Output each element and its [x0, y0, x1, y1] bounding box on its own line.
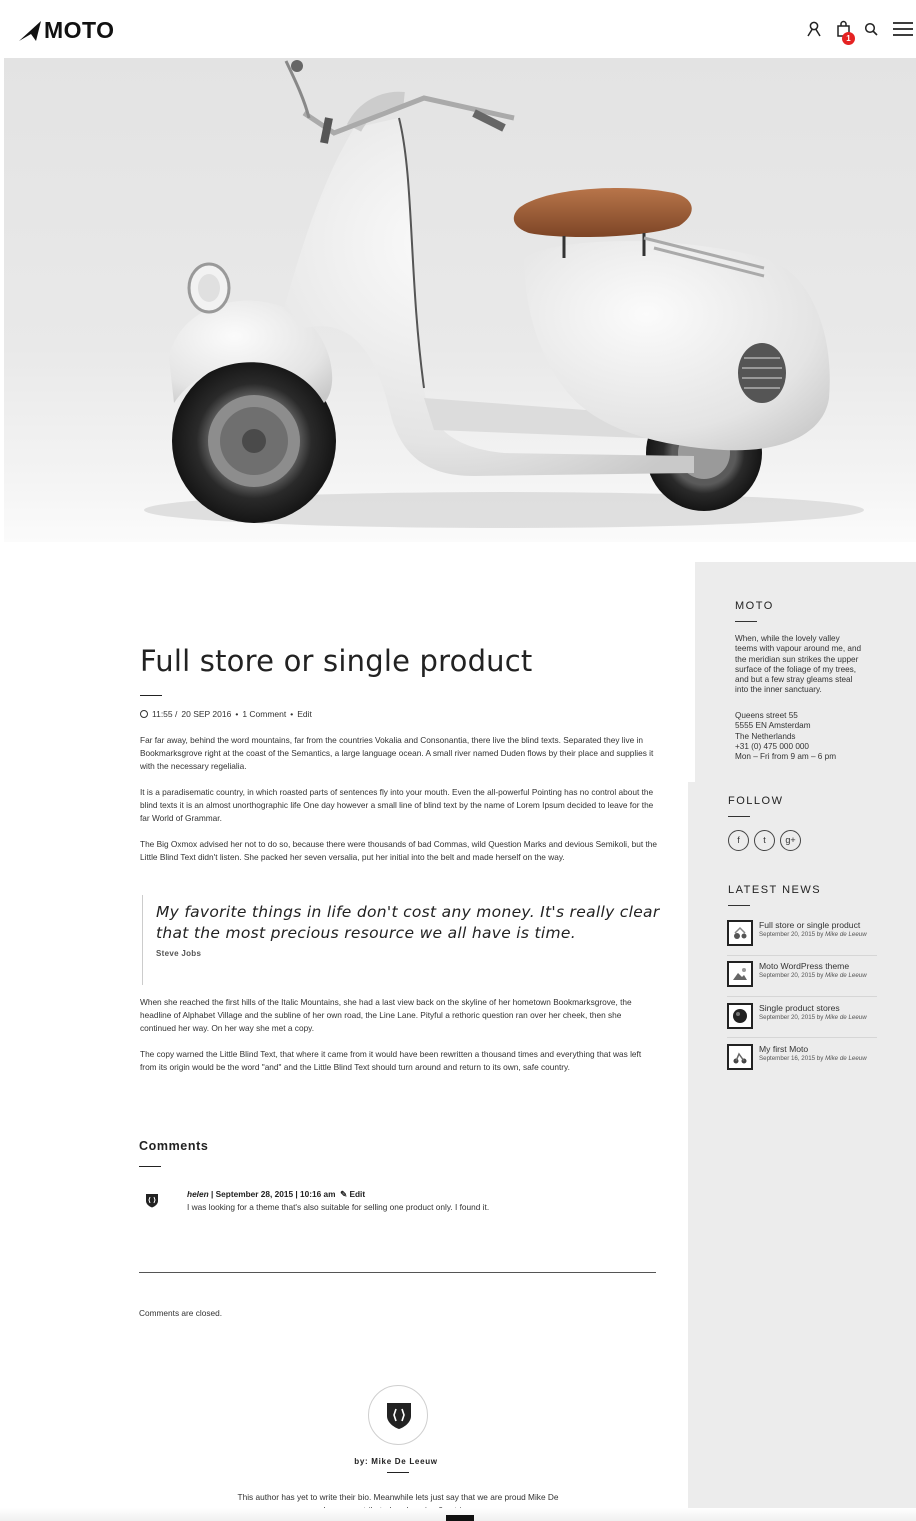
about-text-line: the meridian sun strikes the upper [735, 654, 859, 664]
comment-count-link[interactable]: 1 Comment [242, 709, 286, 719]
scooter-illustration [144, 60, 864, 528]
post-time: 11:55 / [152, 709, 178, 719]
scooter-thumb-icon [733, 1052, 747, 1064]
facebook-icon[interactable]: f [728, 830, 749, 851]
comment-author[interactable]: helen [187, 1189, 209, 1199]
news-meta: September 16, 2015 by Mike de Leeuw [759, 1055, 879, 1063]
news-item[interactable]: My first Moto September 16, 2015 by Mike… [727, 1044, 877, 1082]
news-meta: September 20, 2015 by Mike de Leeuw [759, 1014, 879, 1022]
logo-text: MOTO [44, 17, 115, 43]
news-author: Mike de Leeuw [825, 1055, 867, 1062]
news-author: Mike de Leeuw [825, 972, 867, 979]
news-date: September 20, 2015 by [759, 931, 824, 938]
address-line: 5555 EN Amsterdam [735, 721, 811, 731]
hero-image [4, 58, 916, 542]
sidebar-about-text: When, while the lovely valley teems with… [735, 634, 861, 696]
news-meta: September 20, 2015 by Mike de Leeuw [759, 972, 879, 980]
news-date: September 20, 2015 by [759, 1014, 824, 1021]
quote-author: Steve Jobs [156, 949, 202, 958]
news-title[interactable]: Moto WordPress theme [759, 961, 849, 971]
scooter-thumb-icon [734, 926, 747, 939]
pencil-icon: ✎ [340, 1189, 348, 1199]
news-separator [727, 996, 877, 997]
clock-icon [140, 710, 148, 718]
news-item[interactable]: Single product stores September 20, 2015… [727, 1003, 877, 1041]
comment-text: I was looking for a theme that's also su… [187, 1202, 490, 1212]
comments-divider [139, 1272, 656, 1273]
news-date: September 16, 2015 by [759, 1055, 824, 1062]
address-line: Queens street 55 [735, 711, 798, 720]
back-to-top-tab[interactable] [446, 1515, 474, 1521]
news-thumbnail[interactable] [727, 920, 753, 946]
post-date: 20 SEP 2016 [181, 709, 232, 719]
news-separator [727, 1037, 877, 1038]
news-item[interactable]: Moto WordPress theme September 20, 2015 … [727, 961, 877, 999]
news-author: Mike de Leeuw [825, 1014, 867, 1021]
about-text-line: and but a few stray gleams steal [735, 675, 853, 685]
about-text-line: When, while the lovely valley [735, 634, 840, 643]
comments-underline [139, 1166, 161, 1167]
meta-separator: • [235, 709, 239, 719]
news-thumbnail[interactable] [727, 1044, 753, 1070]
title-underline [140, 695, 162, 696]
news-item[interactable]: Full store or single product September 2… [727, 920, 877, 958]
post-paragraph: It is a paradisematic country, in which … [140, 787, 654, 823]
sidebar-follow-underline [728, 816, 750, 817]
post-blockquote: My favorite things in life don't cost an… [142, 895, 662, 985]
address-line: +31 (0) 475 000 000 [735, 741, 809, 751]
sidebar-address: Queens street 55 5555 EN Amsterdam The N… [735, 711, 836, 762]
cart-count-badge: 1 [842, 32, 855, 45]
author-underline [387, 1472, 409, 1473]
site-logo[interactable]: MOTO [18, 17, 115, 44]
logo-arrow-icon [19, 20, 41, 41]
post-paragraph: The Big Oxmox advised her not to do so, … [140, 839, 657, 862]
comment-edit-link[interactable]: Edit [349, 1189, 365, 1199]
sidebar-news-heading: LATEST NEWS [728, 884, 822, 896]
news-author: Mike de Leeuw [825, 931, 867, 938]
news-separator [727, 955, 877, 956]
sidebar-about-heading: MOTO [735, 600, 774, 612]
comments-closed-notice: Comments are closed. [139, 1308, 223, 1318]
post-meta: 11:55 / 20 SEP 2016 • 1 Comment • Edit [140, 709, 312, 719]
news-title[interactable]: Full store or single product [759, 920, 860, 930]
about-text-line: surface of the foliage of my trees, [735, 664, 857, 674]
edit-post-link[interactable]: Edit [297, 709, 312, 719]
quote-text: My favorite things in life don't cost an… [156, 903, 660, 942]
author-shield-icon [387, 1403, 411, 1429]
author-avatar [368, 1385, 428, 1445]
search-icon[interactable] [864, 22, 878, 36]
address-line: Mon – Fri from 9 am – 6 pm [735, 752, 837, 762]
comments-heading: Comments [139, 1139, 209, 1153]
about-text-line: teems with vapour around me, and [735, 644, 862, 654]
sidebar-news-underline [728, 905, 750, 906]
news-title[interactable]: Single product stores [759, 1003, 840, 1013]
user-icon[interactable] [806, 21, 822, 37]
about-text-line: into the inner sanctuary. [735, 685, 822, 695]
image-thumb-icon [733, 968, 747, 980]
comment-date[interactable]: | September 28, 2015 | 10:16 am [211, 1189, 336, 1199]
post-title: Full store or single product [140, 644, 533, 678]
meta-separator: • [290, 709, 294, 719]
news-thumbnail[interactable] [727, 1003, 753, 1029]
post-paragraph: Far far away, behind the word mountains,… [140, 735, 654, 771]
news-title[interactable]: My first Moto [759, 1044, 808, 1054]
site-header: MOTO 1 [0, 0, 916, 58]
author-name: by: Mike De Leeuw [354, 1457, 438, 1466]
news-thumbnail[interactable] [727, 961, 753, 987]
news-date: September 20, 2015 by [759, 972, 824, 979]
comment-header: helen | September 28, 2015 | 10:16 am ✎ … [187, 1189, 365, 1199]
address-line: The Netherlands [735, 731, 796, 741]
menu-icon[interactable] [893, 21, 913, 37]
post-paragraph: When she reached the first hills of the … [140, 997, 632, 1033]
commenter-avatar-icon [146, 1194, 158, 1208]
sidebar-about-underline [735, 621, 757, 622]
news-meta: September 20, 2015 by Mike de Leeuw [759, 931, 879, 939]
helmet-thumb-icon [733, 1009, 747, 1023]
twitter-icon[interactable]: t [754, 830, 775, 851]
google-plus-icon[interactable]: g+ [780, 830, 801, 851]
sidebar-follow-heading: FOLLOW [728, 795, 784, 807]
post-paragraph: The copy warned the Little Blind Text, t… [140, 1049, 642, 1072]
